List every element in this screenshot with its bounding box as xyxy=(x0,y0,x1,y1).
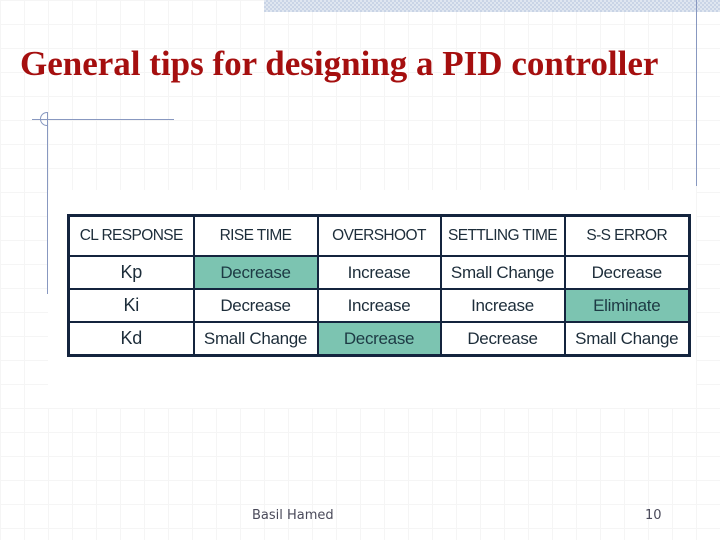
row-label: Kp xyxy=(67,255,195,290)
cell-ss-error: Small Change xyxy=(563,321,691,357)
header-ss-error: S-S ERROR xyxy=(563,214,691,257)
cell-overshoot: Increase xyxy=(316,255,442,290)
table-row-ki: Ki Decrease Increase Increase Eliminate xyxy=(67,288,691,323)
header-overshoot: OVERSHOOT xyxy=(316,214,442,257)
pid-effects-table: CL RESPONSE RISE TIME OVERSHOOT SETTLING… xyxy=(67,214,691,357)
cell-ss-error: Decrease xyxy=(563,255,691,290)
row-label: Ki xyxy=(67,288,195,323)
slide-title: General tips for designing a PID control… xyxy=(20,44,659,83)
header-rise-time: RISE TIME xyxy=(192,214,319,257)
cell-overshoot: Decrease xyxy=(316,321,442,357)
cell-settling-time: Decrease xyxy=(439,321,566,357)
header-settling-time: SETTLING TIME xyxy=(439,214,566,257)
cell-overshoot: Increase xyxy=(316,288,442,323)
row-label: Kd xyxy=(67,321,195,357)
cell-rise-time: Small Change xyxy=(192,321,319,357)
page-number: 10 xyxy=(645,508,662,523)
top-decorative-band xyxy=(264,0,720,12)
right-decorative-line xyxy=(696,0,697,186)
cell-ss-error: Eliminate xyxy=(563,288,691,323)
header-cl-response: CL RESPONSE xyxy=(67,214,195,257)
cell-rise-time: Decrease xyxy=(192,255,319,290)
footer-author: Basil Hamed xyxy=(252,508,334,523)
cell-rise-time: Decrease xyxy=(192,288,319,323)
table-row-kp: Kp Decrease Increase Small Change Decrease xyxy=(67,255,691,290)
cell-settling-time: Small Change xyxy=(439,255,566,290)
table-header-row: CL RESPONSE RISE TIME OVERSHOOT SETTLING… xyxy=(67,214,691,257)
decorative-horizontal-line xyxy=(32,119,174,120)
cell-settling-time: Increase xyxy=(439,288,566,323)
table-row-kd: Kd Small Change Decrease Decrease Small Chan… xyxy=(67,321,691,357)
